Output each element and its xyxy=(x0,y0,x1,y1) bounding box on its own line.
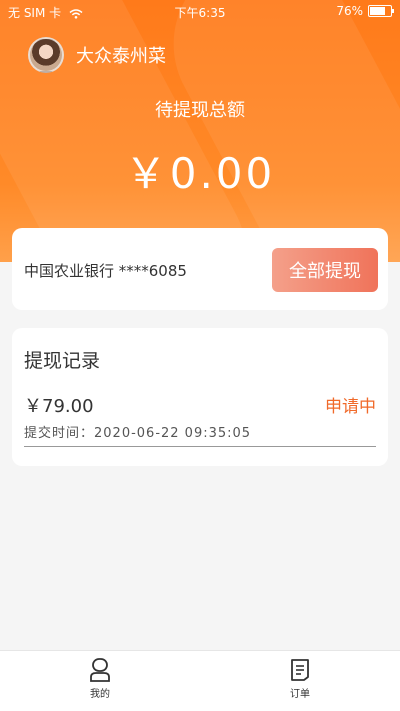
shop-name: 大众泰州菜 xyxy=(76,46,166,67)
tab-mine[interactable]: 我的 xyxy=(60,657,140,700)
status-badge: 申请中 xyxy=(325,397,376,417)
bank-card: 中国农业银行 ****6085 全部提现 xyxy=(12,228,388,310)
bank-account: 中国农业银行 ****6085 xyxy=(24,262,187,280)
tab-bar: 我的 订单 xyxy=(0,650,400,711)
battery-percent: 76% xyxy=(336,4,363,18)
records-title: 提现记录 xyxy=(24,350,101,372)
withdraw-records-card: 提现记录 ￥79.00 申请中 提交时间：2020-06-22 09:35:05 xyxy=(12,328,388,466)
record-time: 提交时间：2020-06-22 09:35:05 xyxy=(24,426,252,441)
tab-label: 我的 xyxy=(90,689,110,700)
record-amount: ￥79.00 xyxy=(24,396,94,417)
pending-amount: ￥0.00 xyxy=(124,149,276,198)
avatar[interactable] xyxy=(28,37,64,73)
user-icon xyxy=(90,658,110,682)
pending-label: 待提现总额 xyxy=(155,100,245,121)
tab-label: 订单 xyxy=(290,689,310,700)
battery-icon xyxy=(368,5,394,17)
order-icon xyxy=(291,659,309,681)
withdraw-all-button[interactable]: 全部提现 xyxy=(272,248,378,292)
tab-orders[interactable]: 订单 xyxy=(260,657,340,700)
battery-status: 76% xyxy=(336,4,394,18)
list-item[interactable]: ￥79.00 申请中 提交时间：2020-06-22 09:35:05 xyxy=(24,388,376,447)
header-banner: 无 SIM 卡 下午6:35 76% 大众泰州菜 待提现总额 ￥0.00 xyxy=(0,0,400,262)
status-bar: 无 SIM 卡 下午6:35 76% xyxy=(0,0,400,22)
